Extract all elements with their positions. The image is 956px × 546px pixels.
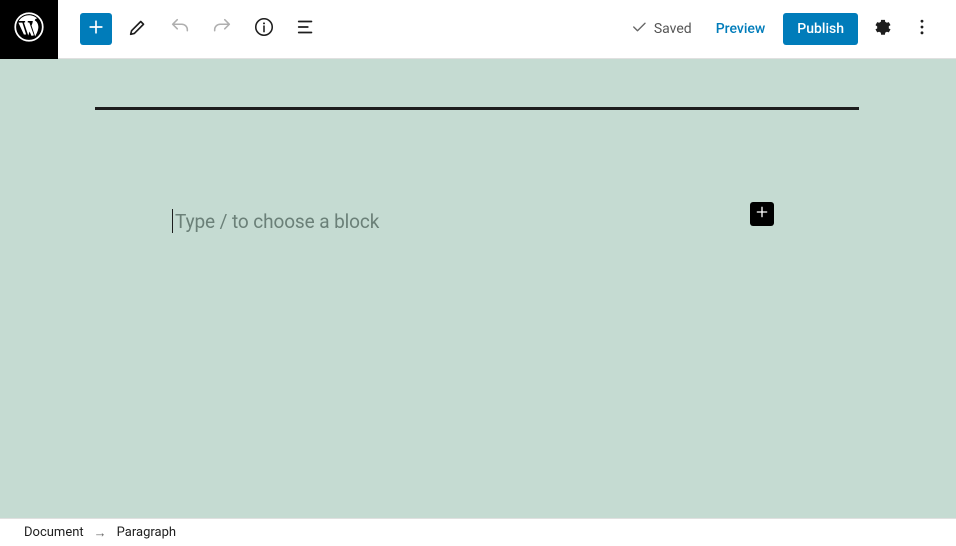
- saved-label: Saved: [654, 21, 692, 37]
- wordpress-icon: [14, 12, 44, 46]
- undo-icon: [169, 16, 191, 42]
- editor-canvas[interactable]: Type / to choose a block: [0, 59, 956, 518]
- undo-button[interactable]: [164, 13, 196, 45]
- redo-icon: [211, 16, 233, 42]
- redo-button[interactable]: [206, 13, 238, 45]
- gear-icon: [871, 16, 893, 42]
- list-outline-icon: [295, 16, 317, 42]
- breadcrumb-root[interactable]: Document: [24, 525, 84, 540]
- add-block-button[interactable]: [80, 13, 112, 45]
- wordpress-logo-button[interactable]: [0, 0, 58, 59]
- more-options-button[interactable]: [906, 13, 938, 45]
- title-underline: [95, 107, 859, 110]
- edit-mode-button[interactable]: [122, 13, 154, 45]
- info-icon: [253, 16, 275, 42]
- outline-button[interactable]: [290, 13, 322, 45]
- pencil-icon: [127, 16, 149, 42]
- preview-button[interactable]: Preview: [706, 13, 776, 45]
- details-button[interactable]: [248, 13, 280, 45]
- check-icon: [630, 18, 648, 40]
- dots-vertical-icon: [912, 17, 932, 41]
- saved-status: Saved: [624, 18, 698, 40]
- plus-icon: [754, 204, 770, 224]
- toolbar-left-group: [58, 13, 322, 45]
- text-caret: [172, 209, 173, 233]
- breadcrumb-separator-icon: →: [94, 525, 107, 541]
- editor-app: Saved Preview Publish Type / to choose a…: [0, 0, 956, 546]
- settings-button[interactable]: [866, 13, 898, 45]
- plus-icon: [86, 17, 106, 41]
- publish-button[interactable]: Publish: [783, 13, 858, 45]
- paragraph-block[interactable]: Type / to choose a block: [172, 209, 776, 233]
- breadcrumb-bar: Document → Paragraph: [0, 518, 956, 546]
- inline-add-block-button[interactable]: [750, 202, 774, 226]
- toolbar-right-group: Saved Preview Publish: [624, 13, 956, 45]
- block-placeholder: Type / to choose a block: [175, 210, 379, 233]
- breadcrumb-current[interactable]: Paragraph: [117, 525, 176, 540]
- top-toolbar: Saved Preview Publish: [0, 0, 956, 59]
